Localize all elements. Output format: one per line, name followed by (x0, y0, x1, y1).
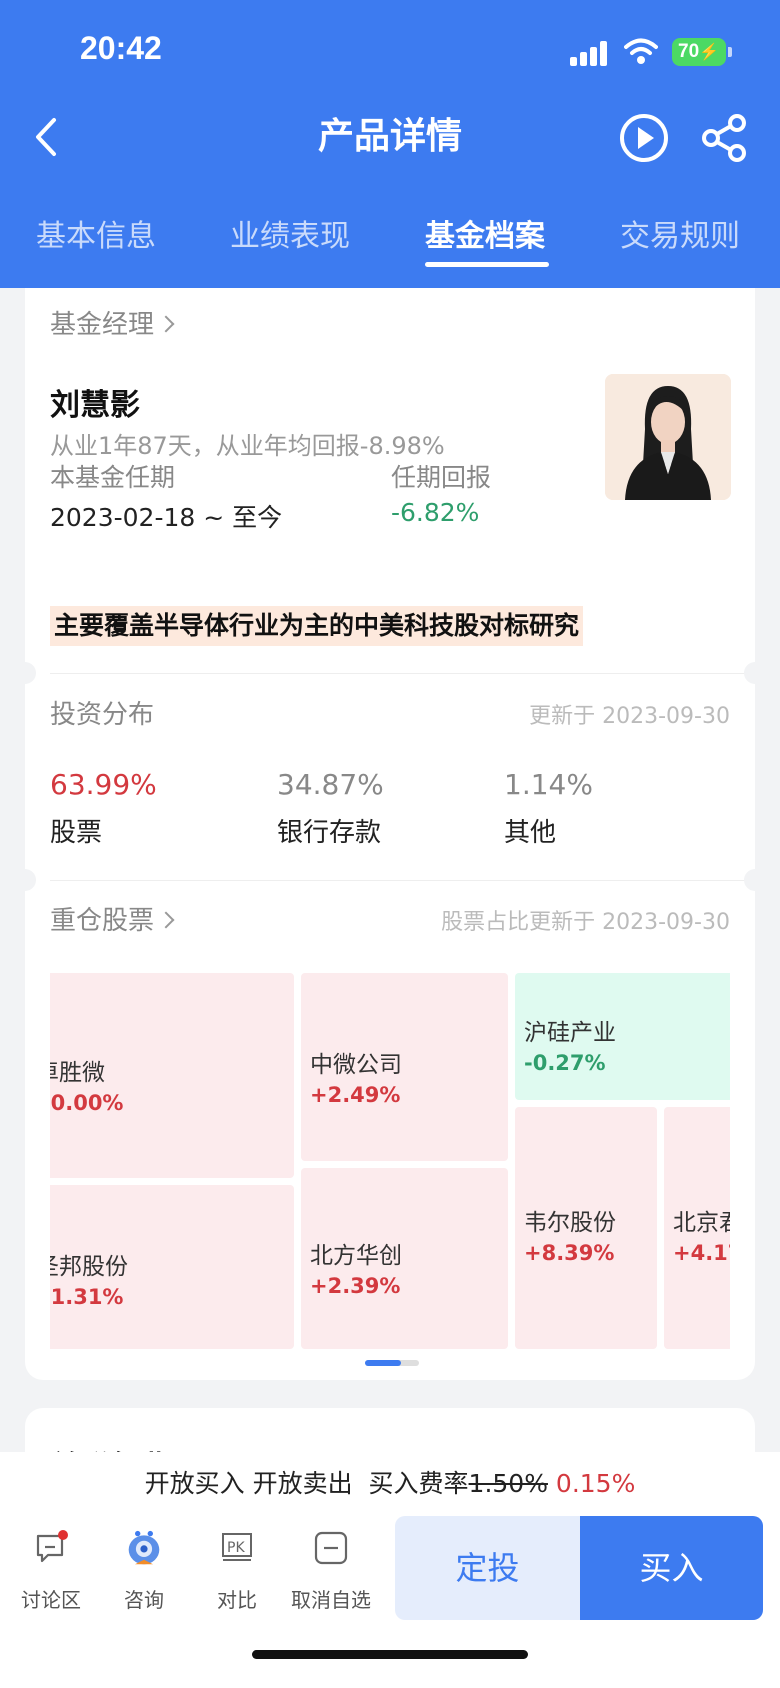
auto-invest-button[interactable]: 定投 (395, 1516, 580, 1620)
holding-name: 北京君正 (673, 1210, 730, 1236)
holding-change: +8.39% (524, 1241, 615, 1265)
holding-name: 韦尔股份 (524, 1210, 616, 1236)
holding-change: 11.31% (50, 1285, 124, 1309)
signal-icon (570, 40, 610, 66)
status-time: 20:42 (80, 30, 162, 66)
card-notch (744, 662, 766, 684)
allocation-name-stock: 股票 (50, 818, 103, 848)
pk-icon: PK (222, 1533, 252, 1561)
avatar-image (605, 374, 731, 500)
holding-tile[interactable]: 圣邦股份 11.31% (50, 1185, 294, 1349)
fund-profile-card: 基金经理 刘慧影 从业1年87天，从业年均回报-8.98% 本基金任期 2023… (14, 288, 766, 1380)
holding-tile[interactable]: 北京君正 +4.17% (664, 1107, 730, 1349)
holding-change: -0.27% (524, 1051, 606, 1075)
wifi-icon (624, 38, 658, 64)
holding-change: +2.39% (310, 1274, 401, 1298)
battery-level: 70 (678, 41, 700, 62)
action-label: 讨论区 (21, 1588, 81, 1612)
tab-basic-info[interactable]: 基本信息 (36, 210, 156, 264)
tab-bar: 基本信息 业绩表现 基金档案 交易规则 (0, 210, 780, 270)
allocation-name-other: 其他 (504, 818, 557, 848)
divider (50, 673, 755, 674)
fee-original: 1.50% (468, 1469, 548, 1498)
fee-discount: 0.15% (555, 1469, 636, 1498)
buy-status: 开放买入 (144, 1469, 245, 1498)
tenure-return-label: 任期回报 (391, 463, 492, 492)
action-label: 取消自选 (291, 1588, 371, 1612)
chevron-right-icon (157, 315, 175, 333)
minus-box-icon (314, 1531, 348, 1565)
tenure-return-value: -6.82% (391, 498, 480, 527)
chevron-right-icon (157, 911, 175, 929)
holdings-section-title: 重仓股票 (50, 906, 155, 936)
holdings-updated: 股票占比更新于 2023-09-30 (441, 910, 730, 935)
trade-info: 开放买入 开放卖出 买入费率1.50% 0.15% (0, 1464, 780, 1500)
treemap-pager (365, 1360, 419, 1366)
allocation-pct-stock: 63.99% (50, 768, 157, 801)
holding-name: 卓胜微 (50, 1060, 105, 1086)
holding-tile[interactable]: 北方华创 +2.39% (301, 1168, 508, 1349)
manager-section-title: 基金经理 (50, 310, 155, 340)
svg-text:PK: PK (227, 1540, 245, 1556)
holding-tile[interactable]: 中微公司 +2.49% (301, 973, 508, 1161)
card-notch (14, 662, 36, 684)
holding-change: +2.49% (310, 1083, 401, 1107)
tab-trading-rules[interactable]: 交易规则 (620, 210, 740, 264)
holding-name: 北方华创 (310, 1243, 402, 1269)
header: 20:42 70⚡ 产品详情 基本信息 业绩表现 基金档案 交易规则 (0, 0, 780, 288)
action-consult[interactable]: 咨询 (99, 1530, 189, 1613)
tenure-label: 本基金任期 (50, 463, 176, 492)
allocation-name-deposit: 银行存款 (277, 818, 382, 848)
allocation-pct-deposit: 34.87% (277, 768, 384, 801)
manager-name: 刘慧影 (50, 388, 140, 423)
action-compare[interactable]: PK 对比 (192, 1530, 282, 1613)
buy-button[interactable]: 买入 (580, 1516, 763, 1620)
holding-name: 圣邦股份 (50, 1254, 128, 1280)
holding-change: 20.00% (50, 1091, 124, 1115)
allocation-pct-other: 1.14% (504, 768, 593, 801)
tab-fund-profile[interactable]: 基金档案 (425, 210, 545, 264)
fee-label: 买入费率 (368, 1469, 469, 1498)
allocation-updated: 更新于 2023-09-30 (529, 704, 730, 729)
tab-active-indicator (425, 262, 549, 267)
status-bar: 20:42 70⚡ (0, 0, 780, 100)
holding-name: 中微公司 (310, 1052, 402, 1078)
card-notch (744, 869, 766, 891)
holding-tile[interactable]: 卓胜微 20.00% (50, 973, 294, 1178)
holding-change: +4.17% (673, 1241, 730, 1265)
home-indicator (252, 1650, 528, 1659)
action-label: 对比 (217, 1588, 257, 1612)
action-discussion[interactable]: 讨论区 (6, 1530, 96, 1613)
action-label: 咨询 (124, 1588, 164, 1612)
share-icon[interactable] (700, 112, 748, 164)
manager-highlight: 主要覆盖半导体行业为主的中美科技股对标研究 (50, 606, 584, 646)
divider (50, 880, 755, 881)
manager-experience: 从业1年87天，从业年均回报-8.98% (50, 432, 445, 460)
action-remove-watchlist[interactable]: 取消自选 (286, 1530, 376, 1613)
card-notch (14, 869, 36, 891)
holdings-section-header[interactable]: 重仓股票 (50, 900, 175, 937)
manager-avatar[interactable] (605, 374, 731, 500)
tab-performance[interactable]: 业绩表现 (230, 210, 350, 264)
battery-nub (728, 47, 732, 57)
holdings-treemap: 卓胜微 20.00% 圣邦股份 11.31% 中微公司 +2.49% 北方华创 … (50, 973, 730, 1355)
robot-icon (128, 1530, 160, 1565)
tenure-value: 2023-02-18 ~ 至今 (50, 503, 283, 532)
treemap-pager-fill (365, 1360, 402, 1366)
play-icon[interactable] (618, 112, 670, 164)
chat-icon (36, 1530, 68, 1563)
holding-name: 沪硅产业 (524, 1020, 616, 1046)
battery-icon: 70⚡ (672, 38, 726, 66)
holding-tile[interactable]: 沪硅产业 -0.27% (515, 973, 730, 1100)
manager-section-header[interactable]: 基金经理 (50, 304, 175, 341)
sell-status: 开放卖出 (252, 1469, 353, 1498)
allocation-section-title: 投资分布 (50, 700, 155, 730)
holding-tile[interactable]: 韦尔股份 +8.39% (515, 1107, 657, 1349)
